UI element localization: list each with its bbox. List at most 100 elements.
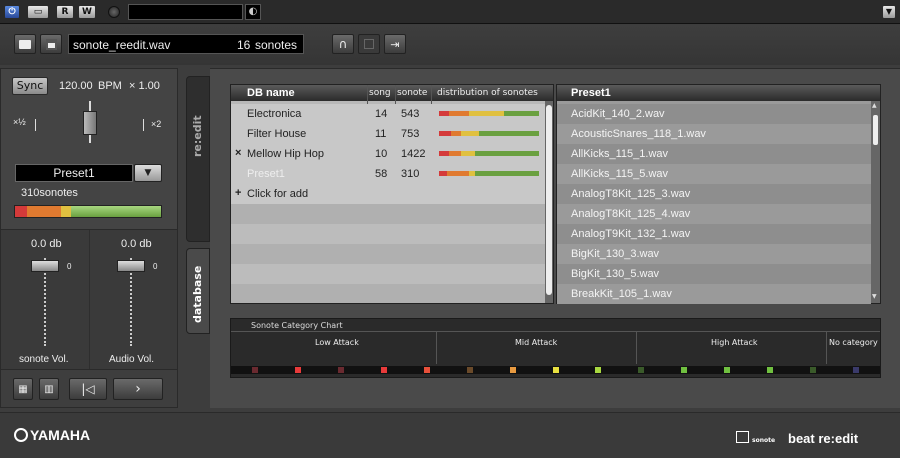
table-row	[231, 204, 545, 224]
list-view-button[interactable]: ▥	[39, 378, 59, 400]
list-item[interactable]: BreakKit_105_1.wav	[557, 284, 871, 304]
preset-dropdown-button[interactable]: ▼	[134, 164, 162, 182]
tab-reedit-label: re:edit	[191, 115, 204, 157]
sonote-vol-value: 0.0 db	[31, 238, 62, 250]
preset-item-label: AcousticSnares_118_1.wav	[571, 128, 706, 140]
category-dot	[552, 367, 559, 373]
section-mid-attack: Mid Attack	[515, 338, 558, 347]
audio-vol-fader-handle[interactable]	[117, 260, 145, 272]
category-dot	[380, 367, 387, 373]
list-item[interactable]: AcousticSnares_118_1.wav	[557, 124, 871, 144]
category-dot	[294, 367, 301, 373]
list-item[interactable]: AnalogT9Kit_132_1.wav	[557, 224, 871, 244]
half-label: ×½	[13, 117, 26, 127]
db-row-marker[interactable]: ×	[235, 147, 241, 159]
list-item[interactable]: AllKicks_115_1.wav	[557, 144, 871, 164]
preset-scroll-up-icon[interactable]: ▲	[872, 102, 877, 109]
col-header-sonote[interactable]: sonote	[397, 88, 427, 98]
category-dot-track	[231, 366, 880, 374]
sonote-vol-fader-handle[interactable]	[31, 260, 59, 272]
db-scroll-thumb[interactable]	[546, 105, 552, 295]
table-row	[231, 224, 545, 244]
window-button[interactable]: ▭	[27, 5, 49, 19]
db-scrollbar[interactable]	[545, 101, 553, 303]
list-item[interactable]: BigKit_130_3.wav	[557, 244, 871, 264]
add-label: Click for add	[247, 188, 309, 200]
open-file-button[interactable]	[14, 34, 36, 54]
db-row-name: Preset1	[247, 168, 285, 180]
sync-icon[interactable]: ◐	[245, 4, 261, 20]
table-row	[231, 284, 545, 303]
rewind-button[interactable]: |◁	[69, 378, 107, 400]
export-icon: ⇥	[390, 37, 400, 51]
product-name: beat re:edit	[788, 431, 859, 446]
audio-vol-value: 0.0 db	[121, 238, 152, 250]
section-high-attack: High Attack	[711, 338, 758, 347]
db-row-name: Filter House	[247, 128, 307, 140]
bpm-unit: BPM	[98, 80, 122, 92]
sonote-unit: sonotes	[255, 38, 298, 52]
category-dot	[853, 367, 859, 373]
category-chart: Sonote Category Chart Low Attack Mid Att…	[230, 318, 881, 378]
list-item[interactable]: BigKit_130_5.wav	[557, 264, 871, 284]
audio-vol-fader[interactable]	[117, 258, 145, 348]
sonote-vol-fader[interactable]	[31, 258, 59, 348]
tempo-slider-handle[interactable]	[83, 111, 97, 135]
monitor-icon[interactable]	[108, 6, 120, 18]
category-dot	[423, 367, 430, 373]
table-row[interactable]: × Mellow Hip Hop 10 1422	[231, 144, 545, 164]
sonote-logo-icon	[736, 431, 749, 443]
add-db-row[interactable]: + Click for add	[231, 184, 545, 204]
transport-field[interactable]	[128, 4, 243, 20]
preset-scrollbar[interactable]: ▲ ▼	[871, 101, 880, 303]
sync-button[interactable]: Sync	[12, 77, 48, 95]
tab-database[interactable]: database	[186, 248, 210, 334]
headphone-button[interactable]: ∩	[332, 34, 354, 54]
preset-list-header: Preset1	[557, 85, 880, 101]
dist-bar	[439, 111, 539, 116]
db-row-song: 11	[375, 128, 387, 140]
power-icon: ⏻	[8, 7, 16, 17]
grid-view-button[interactable]: ▦	[13, 378, 33, 400]
file-display[interactable]: sonote_reedit.wav 16 sonotes	[68, 34, 304, 54]
list-item[interactable]: AnalogT8Kit_125_4.wav	[557, 204, 871, 224]
list-item[interactable]: AcidKit_140_2.wav	[557, 104, 871, 124]
collapse-button[interactable]: ▼	[882, 5, 896, 19]
category-dot	[767, 367, 774, 373]
db-table: DB name song sonote distribution of sono…	[230, 84, 554, 304]
stop-button[interactable]	[358, 34, 380, 54]
section-low-attack: Low Attack	[315, 338, 359, 347]
list-item[interactable]: AnalogT8Kit_125_3.wav	[557, 184, 871, 204]
export-button[interactable]: ⇥	[384, 34, 406, 54]
save-file-button[interactable]	[40, 34, 62, 54]
list-item[interactable]: AllKicks_115_5.wav	[557, 164, 871, 184]
tab-database-label: database	[191, 265, 204, 323]
category-dot	[810, 367, 817, 373]
write-button[interactable]: W	[78, 5, 96, 19]
preset-scroll-thumb[interactable]	[873, 115, 878, 145]
tab-reedit[interactable]: re:edit	[186, 76, 210, 242]
table-row[interactable]: Filter House 11 753	[231, 124, 545, 144]
brand-name: YAMAHA	[30, 427, 91, 443]
table-row[interactable]: Electronica 14 543	[231, 104, 545, 124]
dist-bar	[439, 171, 539, 176]
col-header-song[interactable]: song	[369, 88, 391, 98]
footer: YAMAHA sonote beat re:edit	[0, 412, 900, 458]
tempo-slider[interactable]	[83, 101, 97, 143]
section-no-category: No category	[829, 338, 878, 347]
col-header-dist[interactable]: distribution of sonotes	[437, 88, 538, 98]
square-icon	[364, 39, 374, 49]
bottom-controls: ▦ ▥ |◁ ›	[1, 369, 177, 407]
preset-select[interactable]: Preset1	[15, 164, 133, 182]
yamaha-logo-icon	[14, 428, 28, 442]
preset-list: Preset1 AcidKit_140_2.wav AcousticSnares_…	[556, 84, 881, 304]
col-header-name[interactable]: DB name	[247, 87, 295, 99]
preset-scroll-down-icon[interactable]: ▼	[872, 293, 877, 300]
read-button[interactable]: R	[56, 5, 74, 19]
category-dot	[724, 367, 731, 373]
preset-item-label: AnalogT8Kit_125_3.wav	[571, 188, 691, 200]
grid-icon: ▦	[18, 383, 28, 395]
table-row[interactable]: Preset1 58 310	[231, 164, 545, 184]
power-button[interactable]: ⏻	[4, 5, 20, 19]
play-button[interactable]: ›	[113, 378, 163, 400]
